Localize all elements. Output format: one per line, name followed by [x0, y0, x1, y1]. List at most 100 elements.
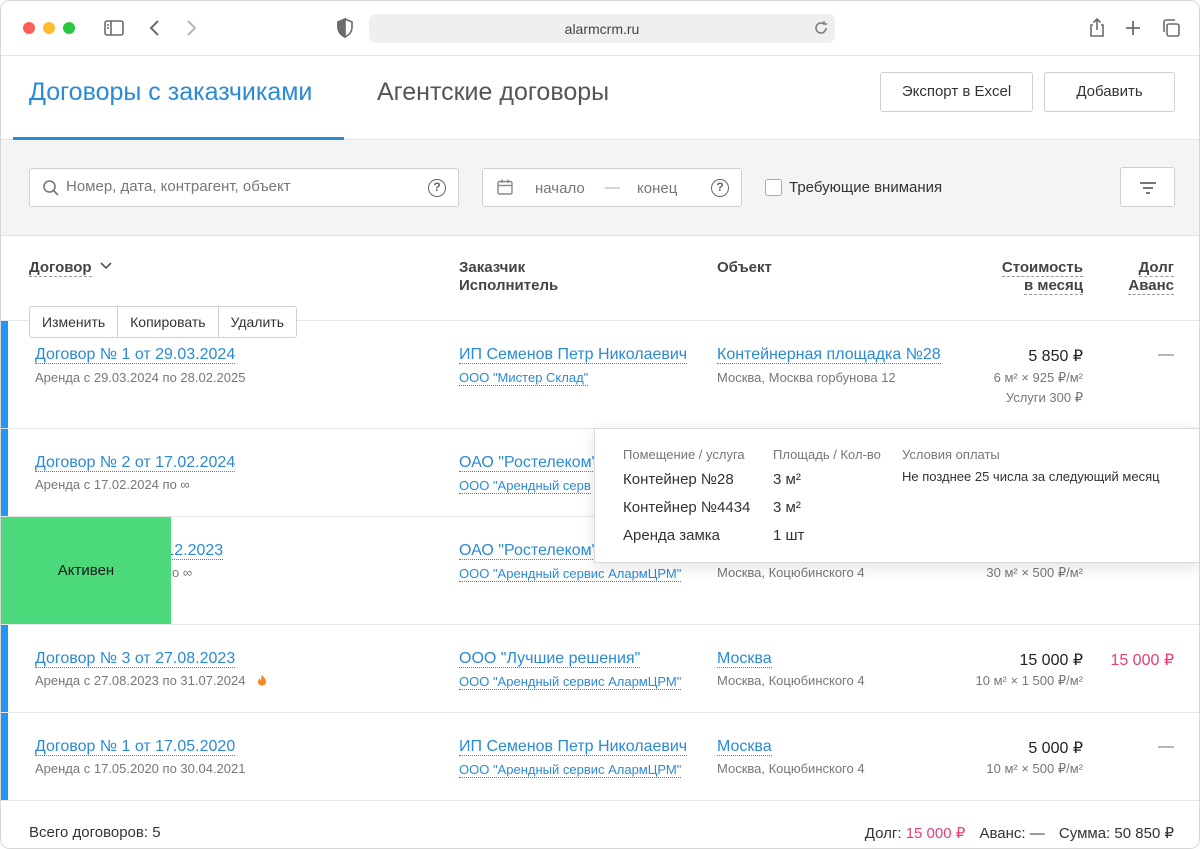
minimize-window-button[interactable] — [43, 22, 55, 34]
url-text: alarmcrm.ru — [564, 21, 640, 37]
debt-value: — — [1158, 738, 1174, 755]
cost-header-line2: в месяц — [1024, 277, 1083, 295]
popover-item-name: Аренда замка — [623, 527, 721, 544]
price-detail: 30 м² × 500 ₽/м² — [986, 565, 1083, 580]
address-bar[interactable]: alarmcrm.ru — [369, 14, 835, 43]
customer-header-label: Заказчик — [459, 259, 526, 276]
new-tab-icon[interactable] — [1121, 16, 1145, 40]
search-icon — [42, 179, 60, 202]
price-detail: 6 м² × 925 ₽/м² — [993, 370, 1083, 385]
contract-link[interactable]: Договор № 1 от 29.03.2024 — [35, 346, 236, 364]
popover-item-header: Помещение / услуга — [623, 447, 745, 462]
customer-link[interactable]: ОАО "Ростелеком" — [459, 454, 598, 472]
payment-terms: Не позднее 25 числа за следующий месяц — [902, 469, 1160, 484]
export-excel-button[interactable]: Экспорт в Excel — [880, 72, 1033, 112]
fire-icon — [258, 674, 267, 686]
object-link[interactable]: Москва — [717, 650, 772, 668]
object-header-label: Объект — [717, 259, 772, 276]
executor-link[interactable]: ООО "Арендный сервис АлармЦРМ" — [459, 674, 682, 690]
object-link[interactable]: Контейнерная площадка №28 — [717, 346, 941, 364]
sum-total-value: 50 850 ₽ — [1114, 825, 1174, 842]
cost-sort-header[interactable]: Стоимость в месяц — [1001, 259, 1083, 295]
popover-item-qty: 1 шт — [773, 527, 805, 544]
table-row[interactable]: Договор № 1 от 17.05.2020 Аренда с 17.05… — [1, 713, 1199, 801]
popover-item-qty: 3 м² — [773, 499, 801, 516]
monthly-price: 5 000 ₽ — [1028, 740, 1083, 757]
sum-total-label: Сумма: — [1058, 825, 1111, 842]
attention-checkbox[interactable] — [765, 179, 782, 196]
date-range-picker[interactable]: начало — конец ? — [482, 168, 742, 207]
popover-item-name: Контейнер №28 — [623, 471, 734, 488]
add-contract-button[interactable]: Добавить — [1044, 72, 1175, 112]
popover-qty-header: Площадь / Кол-во — [773, 447, 881, 462]
advance-total-value: — — [1029, 825, 1045, 842]
services-detail: Услуги 300 ₽ — [1005, 390, 1083, 405]
row-status-bar — [1, 321, 8, 428]
tab-customer-contracts[interactable]: Договоры с заказчиками — [29, 78, 312, 107]
debt-header-line2: Аванс — [1128, 277, 1174, 295]
footer-summary: Долг: 15 000 ₽ Аванс: — Сумма: 50 850 ₽ — [865, 824, 1174, 842]
row-actions-toolbar: Изменить Копировать Удалить — [29, 306, 297, 338]
tab-overview-icon[interactable] — [1159, 16, 1183, 40]
debt-header-line1: Долг — [1138, 259, 1174, 277]
contract-details-popover: Помещение / услуга Площадь / Кол-во Усло… — [594, 428, 1199, 563]
sidebar-toggle-icon[interactable] — [102, 16, 126, 40]
customer-link[interactable]: ИП Семенов Петр Николаевич — [459, 346, 688, 364]
contract-period: Аренда с 17.05.2020 по 30.04.2021 — [35, 761, 246, 776]
close-window-button[interactable] — [23, 22, 35, 34]
calendar-icon — [496, 178, 514, 200]
table-row[interactable]: Договор № 3 от 27.08.2023 Аренда с 27.08… — [1, 625, 1199, 713]
object-address: Москва, Коцюбинского 4 — [717, 673, 865, 688]
contract-link[interactable]: Договор № 2 от 17.02.2024 — [35, 454, 236, 472]
filter-bar: ? начало — конец ? Требующие внимания — [1, 140, 1199, 236]
executor-link[interactable]: ООО "Арендный серв — [459, 478, 591, 494]
cost-header-line1: Стоимость — [1001, 259, 1083, 277]
table-footer: Всего договоров: 5 Долг: 15 000 ₽ Аванс:… — [1, 801, 1199, 848]
date-end-field[interactable]: конец — [637, 180, 677, 197]
row-status-bar — [1, 625, 8, 712]
advance-total-label: Аванс: — [979, 825, 1026, 842]
debt-sort-header[interactable]: Долг Аванс — [1128, 259, 1174, 295]
popover-item-name: Контейнер №4434 — [623, 499, 751, 516]
privacy-shield-icon[interactable] — [333, 16, 357, 40]
search-help-icon[interactable]: ? — [428, 179, 446, 197]
forward-icon[interactable] — [179, 16, 203, 40]
executor-link[interactable]: ООО "Арендный сервис АлармЦРМ" — [459, 762, 682, 778]
zoom-window-button[interactable] — [63, 22, 75, 34]
share-icon[interactable] — [1085, 16, 1109, 40]
customer-executor-header: Заказчик Исполнитель — [459, 259, 558, 295]
executor-header-label: Исполнитель — [459, 277, 559, 294]
contract-header-label: Договор — [29, 259, 92, 277]
reload-icon[interactable] — [813, 20, 829, 36]
back-icon[interactable] — [143, 16, 167, 40]
copy-contract-button[interactable]: Копировать — [118, 307, 219, 337]
object-link[interactable]: Москва — [717, 738, 772, 756]
filter-settings-button[interactable] — [1120, 167, 1175, 207]
date-separator: — — [605, 179, 620, 196]
object-address: Москва, Москва горбунова 12 — [717, 370, 896, 385]
status-badge: Активен — [1, 517, 171, 624]
browser-window: alarmcrm.ru Договоры с заказчиками Агент… — [0, 0, 1200, 849]
contract-tabs: Договоры с заказчиками Агентские договор… — [1, 56, 1199, 140]
object-address: Москва, Коцюбинского 4 — [717, 565, 865, 580]
date-start-field[interactable]: начало — [535, 180, 585, 197]
customer-link[interactable]: ООО "Лучшие решения" — [459, 650, 641, 668]
edit-contract-button[interactable]: Изменить — [30, 307, 119, 337]
attention-label: Требующие внимания — [789, 179, 943, 196]
date-help-icon[interactable]: ? — [711, 179, 729, 197]
executor-link[interactable]: ООО "Арендный сервис АлармЦРМ" — [459, 566, 682, 582]
chevron-down-icon — [100, 262, 112, 270]
executor-link[interactable]: ООО "Мистер Склад" — [459, 370, 589, 386]
debt-total-value: 15 000 ₽ — [905, 825, 966, 842]
delete-contract-button[interactable]: Удалить — [219, 307, 296, 337]
contract-link[interactable]: Договор № 3 от 27.08.2023 — [35, 650, 236, 668]
contract-sort-header[interactable]: Договор — [29, 259, 112, 277]
customer-link[interactable]: ИП Семенов Петр Николаевич — [459, 738, 688, 756]
row-status-bar — [1, 713, 8, 800]
contract-link[interactable]: Договор № 1 от 17.05.2020 — [35, 738, 236, 756]
customer-link[interactable]: ОАО "Ростелеком" — [459, 542, 598, 560]
search-input[interactable] — [66, 178, 416, 195]
debt-value: — — [1158, 346, 1174, 363]
monthly-price: 15 000 ₽ — [1019, 652, 1083, 669]
tab-agent-contracts[interactable]: Агентские договоры — [377, 78, 609, 107]
